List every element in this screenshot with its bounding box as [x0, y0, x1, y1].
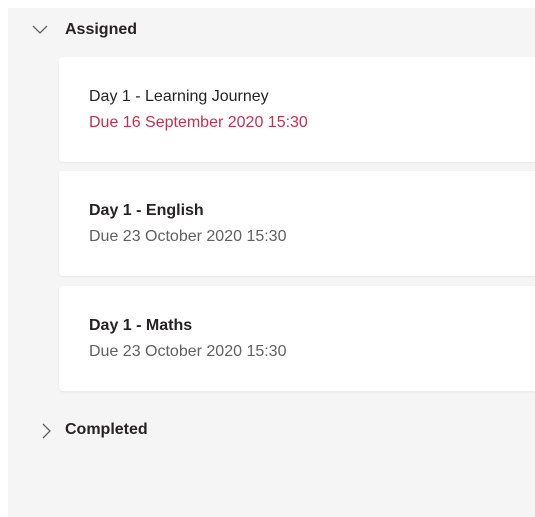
- assignment-card-maths[interactable]: Day 1 - Maths Due 23 October 2020 15:30: [59, 286, 535, 391]
- assignment-due-date: Due 23 October 2020 15:30: [89, 228, 287, 245]
- assignments-panel: Assigned Day 1 - Learning Journey Due 16…: [8, 8, 535, 517]
- assignment-title: Day 1 - Maths: [89, 317, 193, 334]
- completed-section-toggle[interactable]: Completed: [8, 415, 208, 445]
- assignment-title: Day 1 - Learning Journey: [89, 88, 269, 105]
- assignment-due-date: Due 16 September 2020 15:30: [89, 114, 308, 131]
- chevron-down-icon: [32, 25, 48, 34]
- assignment-due-date: Due 23 October 2020 15:30: [89, 343, 287, 360]
- assigned-section-toggle[interactable]: Assigned: [8, 15, 208, 45]
- chevron-right-icon: [42, 423, 51, 439]
- assignment-card-english[interactable]: Day 1 - English Due 23 October 2020 15:3…: [59, 171, 535, 276]
- completed-section-label: Completed: [65, 421, 148, 438]
- assignment-title: Day 1 - English: [89, 202, 204, 219]
- assignment-card-learning-journey[interactable]: Day 1 - Learning Journey Due 16 Septembe…: [59, 57, 535, 162]
- assigned-section-label: Assigned: [65, 21, 138, 38]
